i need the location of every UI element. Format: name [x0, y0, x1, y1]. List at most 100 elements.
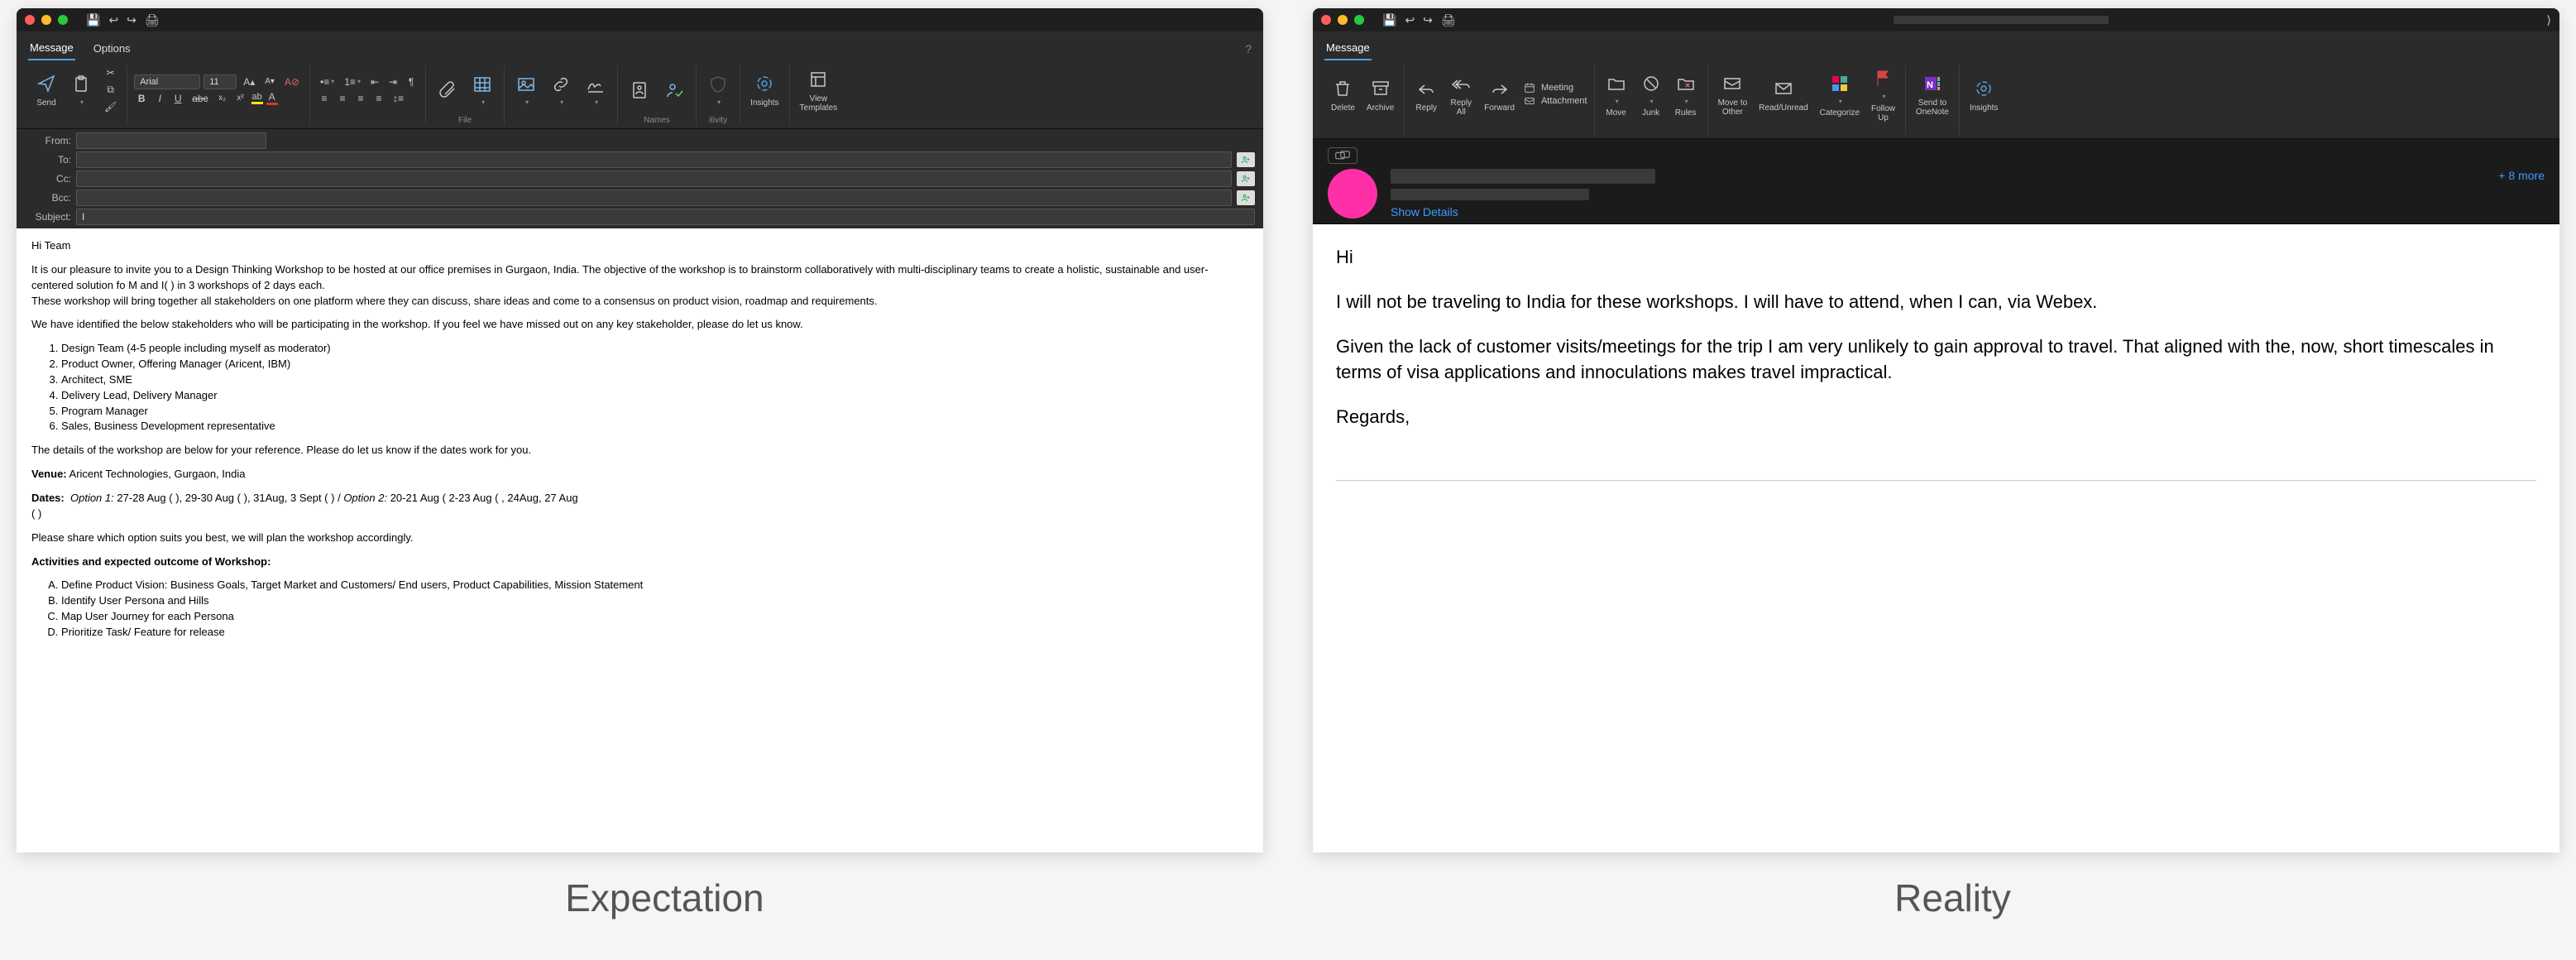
from-field[interactable]: [76, 132, 266, 149]
address-book-icon: [628, 79, 651, 102]
read-unread-icon: [1772, 77, 1795, 100]
highlight-button[interactable]: ab: [251, 92, 263, 104]
tab-message[interactable]: Message: [1324, 36, 1372, 60]
show-details-link[interactable]: Show Details: [1391, 205, 2485, 218]
superscript-button[interactable]: x²: [233, 92, 248, 104]
tab-message[interactable]: Message: [28, 36, 75, 60]
print-icon[interactable]: 🖨: [145, 13, 160, 27]
minimize-dot[interactable]: [1338, 15, 1348, 25]
to-addressbook-button[interactable]: [1237, 152, 1255, 167]
grow-font-icon[interactable]: A▴: [240, 74, 258, 89]
read-unread-button[interactable]: Read/Unread: [1755, 75, 1811, 114]
reply-all-button[interactable]: Reply All: [1446, 70, 1476, 118]
view-templates-button[interactable]: View Templates: [797, 66, 841, 114]
address-book-button[interactable]: [625, 77, 654, 103]
quick-access-toolbar: 💾 ↩ ↪ 🖨: [1382, 13, 1456, 27]
align-right-button[interactable]: ≡: [353, 91, 368, 106]
zoom-dot[interactable]: [1354, 15, 1364, 25]
insights-button[interactable]: Insights: [1966, 75, 2001, 114]
send-button[interactable]: Send: [31, 70, 61, 109]
read-window: 💾 ↩ ↪ 🖨 ⟩ Message Delete: [1313, 8, 2559, 852]
save-icon[interactable]: 💾: [1382, 13, 1396, 27]
cc-addressbook-button[interactable]: [1237, 171, 1255, 186]
thread-chip[interactable]: [1328, 147, 1357, 164]
link-button[interactable]: ▾: [546, 71, 576, 108]
subscript-button[interactable]: x₂: [215, 92, 230, 104]
bcc-addressbook-button[interactable]: [1237, 190, 1255, 205]
pictures-button[interactable]: ▾: [511, 71, 541, 108]
templates-icon: [807, 68, 830, 91]
subject-field[interactable]: [76, 209, 1255, 225]
table-icon: [471, 73, 494, 96]
outdent-button[interactable]: ⇤: [367, 74, 382, 89]
indent-button[interactable]: ⇥: [385, 74, 400, 89]
shrink-font-icon[interactable]: A▾: [261, 75, 278, 88]
send-to-onenote-button[interactable]: N Send to OneNote: [1913, 70, 1952, 118]
forward-icon: [1488, 77, 1511, 100]
format-painter-icon[interactable]: 🖌: [101, 99, 120, 114]
cc-label: Cc:: [25, 173, 71, 185]
archive-button[interactable]: Archive: [1363, 75, 1397, 114]
check-names-button[interactable]: [659, 77, 689, 103]
junk-button[interactable]: ▾ Junk: [1636, 70, 1666, 120]
italic-button[interactable]: I: [152, 91, 167, 106]
to-label: To:: [25, 154, 71, 166]
move-to-other-button[interactable]: Move to Other: [1715, 70, 1751, 118]
close-dot[interactable]: [25, 15, 35, 25]
insights-button[interactable]: Insights: [747, 70, 782, 109]
follow-up-button[interactable]: ▾ Follow Up: [1868, 65, 1898, 124]
insert-table-button[interactable]: ▾: [467, 71, 497, 108]
share-option: Please share which option suits you best…: [31, 530, 1248, 546]
ribbon: Delete Archive R: [1313, 60, 2559, 139]
zoom-dot[interactable]: [58, 15, 68, 25]
minimize-dot[interactable]: [41, 15, 51, 25]
font-color-button[interactable]: A: [266, 91, 278, 105]
redo-icon[interactable]: ↪: [127, 13, 136, 27]
to-field[interactable]: [76, 151, 1232, 168]
attachment-button[interactable]: Attachment: [1523, 95, 1587, 107]
justify-button[interactable]: ≡: [371, 91, 386, 106]
font-name-select[interactable]: Arial: [134, 74, 200, 89]
help-icon[interactable]: ?: [1245, 42, 1252, 55]
forward-button[interactable]: Forward: [1481, 75, 1518, 114]
undo-icon[interactable]: ↩: [1405, 13, 1415, 27]
delete-button[interactable]: Delete: [1328, 75, 1358, 114]
copy-icon[interactable]: ⧉: [101, 82, 120, 98]
chevron-icon[interactable]: ⟩: [2547, 13, 2551, 27]
align-left-button[interactable]: ≡: [317, 91, 332, 106]
clear-format-icon[interactable]: A⊘: [281, 74, 303, 89]
font-size-select[interactable]: 11: [203, 74, 237, 89]
check-names-icon: [663, 79, 686, 102]
meeting-button[interactable]: Meeting: [1523, 82, 1573, 94]
cut-icon[interactable]: ✂: [101, 65, 120, 80]
attach-file-button[interactable]: [433, 77, 462, 103]
bullets-button[interactable]: •≡▾: [317, 74, 338, 89]
underline-button[interactable]: U: [170, 91, 185, 106]
rules-icon: [1674, 72, 1697, 95]
reply-button[interactable]: Reply: [1411, 75, 1441, 114]
rules-button[interactable]: ▾ Rules: [1671, 70, 1701, 120]
signature-button[interactable]: ▾: [581, 71, 610, 108]
compose-body[interactable]: Hi Team It is our pleasure to invite you…: [17, 228, 1263, 852]
close-dot[interactable]: [1321, 15, 1331, 25]
bold-button[interactable]: B: [134, 91, 149, 106]
strike-button[interactable]: abc: [189, 91, 211, 106]
align-center-button[interactable]: ≡: [335, 91, 350, 106]
numbering-button[interactable]: 1≡▾: [341, 74, 364, 89]
paste-button[interactable]: ▾: [66, 71, 96, 108]
tab-options[interactable]: Options: [92, 37, 132, 60]
categorize-button[interactable]: ▾ Categorize: [1817, 70, 1863, 120]
line-spacing-button[interactable]: ↕≡: [390, 91, 407, 106]
bcc-field[interactable]: [76, 190, 1232, 206]
pilcrow-button[interactable]: ¶: [404, 74, 419, 89]
print-icon[interactable]: 🖨: [1441, 13, 1456, 27]
redo-icon[interactable]: ↪: [1423, 13, 1433, 27]
undo-icon[interactable]: ↩: [108, 13, 118, 27]
save-icon[interactable]: 💾: [86, 13, 100, 27]
dates-line: Dates: Option 1: 27-28 Aug ( ), 29-30 Au…: [31, 491, 1248, 522]
cc-field[interactable]: [76, 170, 1232, 187]
sensitivity-button[interactable]: ▾: [703, 71, 733, 108]
move-button[interactable]: ▾ Move: [1602, 70, 1631, 120]
subject-label: Subject:: [25, 211, 71, 223]
more-recipients-link[interactable]: + 8 more: [2498, 169, 2545, 182]
